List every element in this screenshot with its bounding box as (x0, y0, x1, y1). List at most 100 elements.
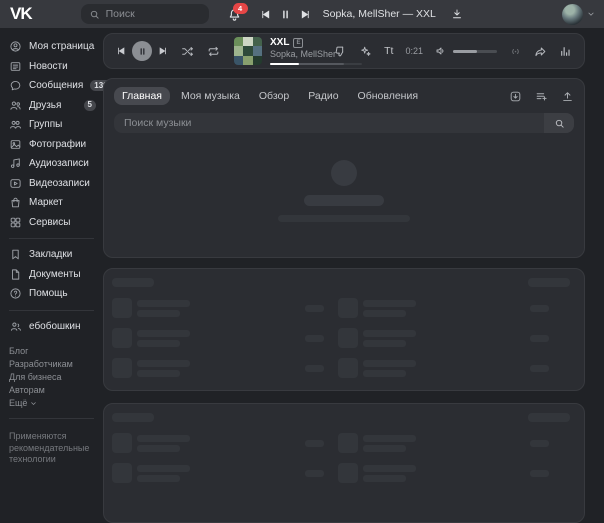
progress-bar[interactable] (270, 63, 362, 65)
broadcast-icon (509, 45, 522, 58)
skeleton-track-row (338, 463, 550, 483)
tab-radio[interactable]: Радио (300, 87, 346, 105)
music-search-button[interactable] (544, 113, 574, 133)
link-blog[interactable]: Блог (9, 346, 28, 356)
bookmark-icon (9, 248, 22, 261)
vk-logo[interactable]: VK (10, 4, 32, 24)
skeleton-section-action (528, 413, 570, 422)
skeleton-section-action (528, 278, 570, 287)
add-playlist-button[interactable] (535, 90, 548, 103)
services-icon (9, 216, 22, 229)
player-pause-button[interactable] (132, 41, 152, 61)
playlist-add-icon (535, 90, 548, 103)
search-icon (554, 118, 565, 129)
share-button[interactable] (534, 45, 547, 58)
download-track-button[interactable] (451, 8, 463, 20)
skeleton-header (112, 278, 576, 287)
skeleton-track-row (112, 463, 324, 483)
shuffle-button[interactable] (181, 45, 194, 58)
broadcast-button[interactable] (509, 45, 522, 58)
dislike-button[interactable] (334, 45, 347, 58)
save-music-button[interactable] (509, 90, 522, 103)
music-search-bar (114, 113, 574, 133)
global-search[interactable] (81, 4, 209, 24)
player-prev-button[interactable] (116, 46, 126, 56)
speaker-icon[interactable] (435, 45, 447, 57)
music-search-input[interactable] (114, 117, 544, 129)
tab-main[interactable]: Главная (114, 87, 170, 105)
volume-slider[interactable] (453, 50, 497, 53)
playback-time: 0:21 (405, 46, 423, 56)
global-search-input[interactable] (106, 8, 201, 20)
miniplayer-next-button[interactable] (300, 9, 311, 20)
track-title[interactable]: XXL (270, 37, 289, 48)
sidebar-item-documents[interactable]: Документы (9, 265, 103, 285)
repeat-button[interactable] (207, 45, 220, 58)
notifications-button[interactable]: 4 (227, 7, 242, 22)
community-icon (9, 320, 22, 333)
now-playing-info: XXL E Sopka, MellSher (270, 37, 334, 65)
link-business[interactable]: Для бизнеса (9, 372, 62, 382)
miniplayer-controls (260, 9, 311, 20)
music-section-card: Главная Моя музыка Обзор Радио Обновлени… (103, 78, 585, 258)
equalizer-button[interactable] (559, 45, 572, 58)
video-icon (9, 177, 22, 190)
skeleton-track-row (338, 298, 550, 318)
market-icon (9, 196, 22, 209)
sidebar-item-audio[interactable]: Аудиозаписи (9, 154, 103, 174)
audio-player-bar: XXL E Sopka, MellSher Tt 0:21 (103, 33, 585, 69)
sidebar-item-friends[interactable]: Друзья 5 (9, 96, 103, 116)
sidebar-item-news[interactable]: Новости (9, 57, 103, 77)
sidebar-item-help[interactable]: Помощь (9, 284, 103, 304)
lyrics-button[interactable]: Tt (384, 46, 393, 57)
tab-explore[interactable]: Обзор (251, 87, 297, 105)
miniplayer-track-label[interactable]: Sopka, MellSher — XXL (323, 8, 436, 20)
tab-updates[interactable]: Обновления (350, 87, 426, 105)
effects-button[interactable] (359, 45, 372, 58)
player-next-button[interactable] (158, 46, 168, 56)
skeleton-header (112, 413, 576, 422)
link-more[interactable]: Ещё (9, 398, 103, 408)
miniplayer-prev-button[interactable] (260, 9, 271, 20)
track-list-skeleton-card (103, 268, 585, 391)
sidebar-divider (9, 238, 94, 239)
photos-icon (9, 138, 22, 151)
skeleton-title-bar (304, 195, 384, 206)
sidebar-item-messages[interactable]: Сообщения 130 (9, 76, 103, 96)
share-arrow-icon (534, 45, 547, 58)
loading-placeholder (114, 133, 574, 249)
notifications-count-badge: 4 (233, 3, 248, 14)
track-artists[interactable]: Sopka, MellSher (270, 49, 334, 60)
sidebar-item-video[interactable]: Видеозаписи (9, 174, 103, 194)
account-menu[interactable] (562, 4, 595, 25)
document-icon (9, 268, 22, 281)
top-bar: VK 4 Sopka, MellSher — XXL (0, 0, 604, 28)
sidebar-item-my-page[interactable]: Моя страница (9, 37, 103, 57)
friends-icon (9, 99, 22, 112)
sidebar-footer-links: Блог Разработчикам Для бизнеса Авторам (9, 346, 103, 395)
volume-control (435, 45, 497, 57)
sidebar-item-services[interactable]: Сервисы (9, 213, 103, 233)
progress-played (270, 63, 299, 65)
track-list-skeleton-card (103, 403, 585, 523)
link-developers[interactable]: Разработчикам (9, 359, 73, 369)
sidebar-item-groups[interactable]: Группы (9, 115, 103, 135)
sidebar-item-community[interactable]: ебобошкин (9, 317, 103, 337)
tab-my-music[interactable]: Моя музыка (173, 87, 248, 105)
chevron-down-icon (30, 400, 37, 407)
sidebar-divider (9, 310, 94, 311)
sidebar-item-bookmarks[interactable]: Закладки (9, 245, 103, 265)
sidebar-item-market[interactable]: Маркет (9, 193, 103, 213)
miniplayer-pause-button[interactable] (280, 9, 291, 20)
sparkles-icon (359, 45, 372, 58)
sidebar-item-photos[interactable]: Фотографии (9, 135, 103, 155)
download-icon (451, 8, 463, 20)
skeleton-track-grid (112, 298, 576, 378)
album-art[interactable] (234, 37, 262, 65)
sidebar: Моя страница Новости Сообщения 130 Друзь… (0, 28, 103, 486)
search-icon (89, 9, 100, 20)
skeleton-section-title (112, 278, 154, 287)
upload-audio-button[interactable] (561, 90, 574, 103)
player-right-controls: Tt 0:21 (334, 45, 572, 58)
link-authors[interactable]: Авторам (9, 385, 45, 395)
